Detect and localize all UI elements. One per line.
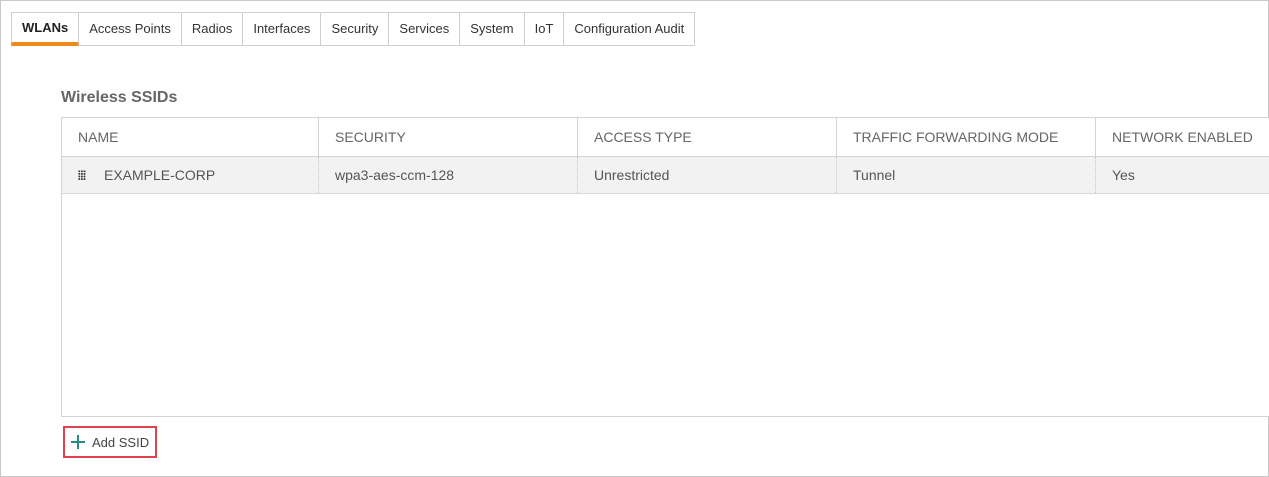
column-header-access-type[interactable]: ACCESS TYPE [578,118,837,156]
ssid-name: EXAMPLE-CORP [104,167,216,183]
table-header: NAME SECURITY ACCESS TYPE TRAFFIC FORWAR… [62,118,1269,157]
tab-radios[interactable]: Radios [181,12,244,46]
tab-iot[interactable]: IoT [524,12,565,46]
column-header-network-enabled[interactable]: NETWORK ENABLED [1096,118,1269,156]
column-header-security[interactable]: SECURITY [319,118,578,156]
tab-interfaces[interactable]: Interfaces [243,12,322,46]
cell-network-enabled: Yes [1112,167,1135,183]
table-row[interactable]: EXAMPLE-CORP wpa3-aes-ccm-128 Unrestrict… [62,157,1269,194]
cell-access-type: Unrestricted [578,157,837,193]
wlan-config-panel: WLANs Access Points Radios Interfaces Se… [0,0,1269,477]
tab-configuration-audit[interactable]: Configuration Audit [564,12,696,46]
tab-security[interactable]: Security [321,12,390,46]
add-ssid-label: Add SSID [92,434,150,450]
tab-system[interactable]: System [460,12,525,46]
tab-services[interactable]: Services [389,12,461,46]
tab-wlans[interactable]: WLANs [11,12,80,46]
drag-handle-icon[interactable] [78,170,86,180]
section-title: Wireless SSIDs [61,89,178,106]
cell-name: EXAMPLE-CORP [62,157,319,193]
config-tab-bar: WLANs Access Points Radios Interfaces Se… [11,12,696,46]
column-header-name[interactable]: NAME [62,118,319,156]
plus-icon [71,435,85,449]
cell-traffic-forwarding-mode: Tunnel [837,157,1096,193]
column-header-traffic-forwarding-mode[interactable]: TRAFFIC FORWARDING MODE [837,118,1096,156]
tab-access-points[interactable]: Access Points [79,12,182,46]
add-ssid-button[interactable]: Add SSID [63,426,157,458]
cell-security: wpa3-aes-ccm-128 [319,157,578,193]
ssid-table: NAME SECURITY ACCESS TYPE TRAFFIC FORWAR… [61,117,1269,417]
